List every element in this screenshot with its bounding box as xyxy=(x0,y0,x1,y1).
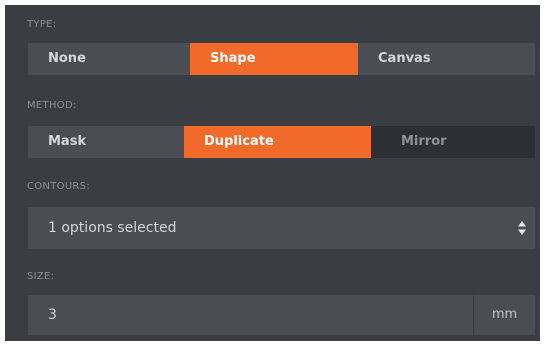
type-option-canvas[interactable]: Canvas xyxy=(358,43,535,75)
size-label: SIZE: xyxy=(27,271,55,282)
up-down-arrows-icon xyxy=(518,221,526,235)
type-segmented-control: None Shape Canvas xyxy=(28,43,535,75)
contours-select[interactable]: 1 options selected xyxy=(28,207,535,249)
contours-label: CONTOURS: xyxy=(27,181,90,192)
contours-select-value: 1 options selected xyxy=(48,220,177,236)
type-option-shape[interactable]: Shape xyxy=(190,43,358,75)
method-option-mask[interactable]: Mask xyxy=(28,126,184,158)
type-label: TYPE: xyxy=(27,19,57,30)
method-segmented-control: Mask Duplicate Mirror xyxy=(28,126,535,158)
method-option-mirror[interactable]: Mirror xyxy=(371,126,535,158)
size-unit: mm xyxy=(474,295,535,335)
size-input[interactable] xyxy=(28,295,473,335)
method-label: METHOD: xyxy=(27,100,77,111)
method-option-duplicate[interactable]: Duplicate xyxy=(184,126,371,158)
settings-panel: TYPE: None Shape Canvas METHOD: Mask Dup… xyxy=(5,5,540,341)
type-option-none[interactable]: None xyxy=(28,43,190,75)
